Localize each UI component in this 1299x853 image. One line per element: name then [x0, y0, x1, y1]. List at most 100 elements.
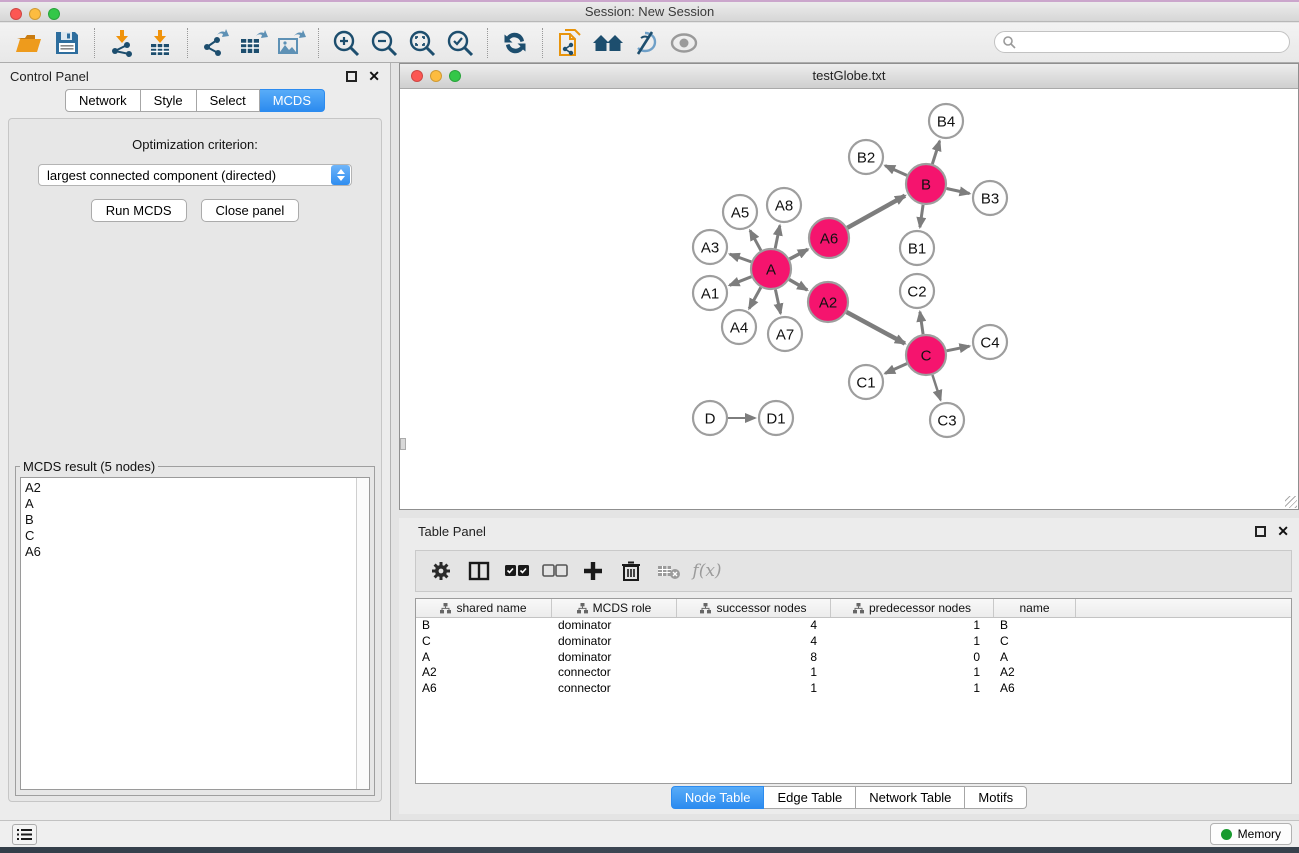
- resize-grip[interactable]: [1285, 496, 1297, 508]
- run-mcds-button[interactable]: Run MCDS: [91, 199, 187, 222]
- tab-select[interactable]: Select: [197, 89, 260, 112]
- network-node-D1[interactable]: D1: [759, 401, 793, 435]
- tab-network[interactable]: Network: [65, 89, 141, 112]
- network-edge-A-A6[interactable]: [790, 249, 808, 259]
- network-edge-A-A7[interactable]: [775, 290, 780, 314]
- cell-name[interactable]: B: [994, 618, 1076, 634]
- open-file-button[interactable]: [10, 26, 48, 60]
- network-edge-A6-B[interactable]: [847, 196, 905, 228]
- network-node-A[interactable]: A: [751, 249, 791, 289]
- tab-network-table[interactable]: Network Table: [856, 786, 965, 809]
- table-row[interactable]: C dominator 4 1 C: [416, 634, 1291, 650]
- column-header-name[interactable]: name: [994, 599, 1076, 617]
- network-edge-A-A3[interactable]: [730, 254, 751, 262]
- network-node-B[interactable]: B: [906, 164, 946, 204]
- tab-edge-table[interactable]: Edge Table: [764, 786, 856, 809]
- close-view-icon[interactable]: [411, 70, 423, 82]
- result-scrollbar[interactable]: [356, 478, 369, 789]
- task-history-button[interactable]: [12, 824, 37, 845]
- network-node-D[interactable]: D: [693, 401, 727, 435]
- create-column-button[interactable]: [576, 554, 610, 588]
- network-edge-B-B2[interactable]: [885, 166, 907, 176]
- vertical-scroll-nub[interactable]: [400, 438, 406, 450]
- result-item[interactable]: A: [25, 496, 356, 512]
- refresh-button[interactable]: [496, 26, 534, 60]
- minimize-window-icon[interactable]: [29, 8, 41, 20]
- network-edge-C-C2[interactable]: [920, 312, 923, 334]
- import-table-button[interactable]: [141, 26, 179, 60]
- network-edge-A-A4[interactable]: [749, 287, 761, 308]
- cell-name[interactable]: C: [994, 634, 1076, 650]
- cell-successor-nodes[interactable]: 1: [677, 665, 831, 681]
- delete-table-button[interactable]: [652, 554, 686, 588]
- network-node-A5[interactable]: A5: [723, 195, 757, 229]
- cell-predecessor-nodes[interactable]: 1: [831, 681, 994, 697]
- cell-successor-nodes[interactable]: 8: [677, 650, 831, 666]
- network-node-A2[interactable]: A2: [808, 282, 848, 322]
- cell-mcds-role[interactable]: dominator: [552, 618, 677, 634]
- table-row[interactable]: A6 connector 1 1 A6: [416, 681, 1291, 697]
- result-item[interactable]: A2: [25, 480, 356, 496]
- network-edge-A-A2[interactable]: [789, 280, 807, 290]
- network-node-A1[interactable]: A1: [693, 276, 727, 310]
- select-all-button[interactable]: [500, 554, 534, 588]
- network-node-B1[interactable]: B1: [900, 231, 934, 265]
- network-edge-A-A8[interactable]: [775, 226, 780, 249]
- network-window-titlebar[interactable]: testGlobe.txt: [400, 64, 1298, 89]
- memory-button[interactable]: Memory: [1210, 823, 1292, 845]
- save-session-button[interactable]: [48, 26, 86, 60]
- float-panel-icon[interactable]: [346, 71, 357, 82]
- cell-name[interactable]: A: [994, 650, 1076, 666]
- delete-column-button[interactable]: [614, 554, 648, 588]
- network-edge-B-B4[interactable]: [932, 141, 939, 164]
- tab-node-table[interactable]: Node Table: [671, 786, 765, 809]
- network-edge-A2-C[interactable]: [846, 312, 904, 344]
- column-header-mcds-role[interactable]: MCDS role: [552, 599, 677, 617]
- search-input[interactable]: [1016, 33, 1289, 51]
- float-table-panel-icon[interactable]: [1255, 526, 1266, 537]
- network-edge-C-C4[interactable]: [947, 346, 970, 351]
- cell-mcds-role[interactable]: dominator: [552, 634, 677, 650]
- network-node-C2[interactable]: C2: [900, 274, 934, 308]
- maximize-view-icon[interactable]: [449, 70, 461, 82]
- cell-predecessor-nodes[interactable]: 0: [831, 650, 994, 666]
- cell-successor-nodes[interactable]: 1: [677, 681, 831, 697]
- network-edge-B-B3[interactable]: [947, 188, 970, 193]
- network-edge-B-B1[interactable]: [920, 205, 923, 227]
- cell-successor-nodes[interactable]: 4: [677, 618, 831, 634]
- network-node-A3[interactable]: A3: [693, 230, 727, 264]
- hide-labels-button[interactable]: [627, 26, 665, 60]
- show-hide-button[interactable]: [665, 26, 703, 60]
- close-table-panel-icon[interactable]: ✕: [1277, 526, 1289, 537]
- cell-predecessor-nodes[interactable]: 1: [831, 634, 994, 650]
- export-table-button[interactable]: [234, 26, 272, 60]
- network-edge-A-A5[interactable]: [750, 230, 761, 250]
- network-node-C4[interactable]: C4: [973, 325, 1007, 359]
- zoom-out-button[interactable]: [365, 26, 403, 60]
- cell-mcds-role[interactable]: dominator: [552, 650, 677, 666]
- cell-successor-nodes[interactable]: 4: [677, 634, 831, 650]
- cell-shared-name[interactable]: A2: [416, 665, 552, 681]
- column-header-shared-name[interactable]: shared name: [416, 599, 552, 617]
- network-canvas[interactable]: AA6A2BCA1A3A4A5A7A8B1B2B3B4C1C2C3C4DD1: [400, 89, 1298, 509]
- network-node-B2[interactable]: B2: [849, 140, 883, 174]
- table-row[interactable]: A2 connector 1 1 A2: [416, 665, 1291, 681]
- network-node-B3[interactable]: B3: [973, 181, 1007, 215]
- network-edge-A-A1[interactable]: [730, 277, 752, 286]
- import-network-button[interactable]: [103, 26, 141, 60]
- cell-name[interactable]: A6: [994, 681, 1076, 697]
- close-panel-button[interactable]: Close panel: [201, 199, 300, 222]
- mcds-result-list[interactable]: A2 A B C A6: [20, 477, 370, 790]
- cell-name[interactable]: A2: [994, 665, 1076, 681]
- network-from-selection-button[interactable]: [551, 26, 589, 60]
- table-settings-button[interactable]: [424, 554, 458, 588]
- function-builder-button[interactable]: f(x): [690, 554, 724, 588]
- zoom-selected-button[interactable]: [441, 26, 479, 60]
- network-graph[interactable]: AA6A2BCA1A3A4A5A7A8B1B2B3B4C1C2C3C4DD1: [400, 89, 1297, 509]
- cell-mcds-role[interactable]: connector: [552, 665, 677, 681]
- network-node-C3[interactable]: C3: [930, 403, 964, 437]
- network-node-C[interactable]: C: [906, 335, 946, 375]
- search-field[interactable]: [994, 31, 1290, 53]
- tab-mcds[interactable]: MCDS: [260, 89, 325, 112]
- cell-shared-name[interactable]: B: [416, 618, 552, 634]
